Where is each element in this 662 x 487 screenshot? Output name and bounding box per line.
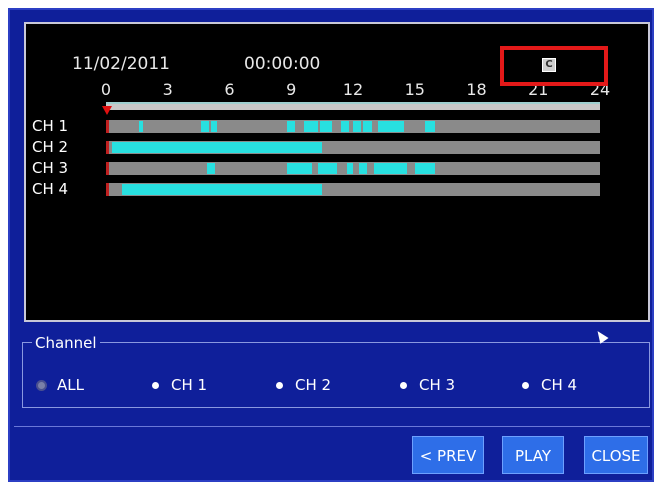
channel-track[interactable]: [106, 183, 600, 196]
recording-segment[interactable]: [303, 121, 318, 132]
recording-segment[interactable]: [340, 121, 349, 132]
hour-label: 6: [224, 80, 235, 99]
channel-label: CH 2: [32, 138, 69, 156]
recording-segment[interactable]: [353, 121, 362, 132]
hour-label: 12: [342, 80, 364, 99]
hour-label: 9: [286, 80, 297, 99]
recording-segment[interactable]: [287, 121, 296, 132]
time-ruler[interactable]: [106, 102, 600, 110]
playback-cursor-marker[interactable]: [102, 106, 112, 115]
radio-label: CH 1: [171, 376, 208, 394]
hour-label: 0: [100, 80, 112, 99]
recording-segment[interactable]: [287, 163, 312, 174]
radio-button-icon[interactable]: [38, 381, 45, 389]
channel-track[interactable]: [106, 141, 600, 154]
playback-dialog: 11/02/2011 00:00:00 0 3 6 9 12 15 18 21 24 CH 1C…: [8, 8, 654, 482]
hour-label: 3: [162, 80, 173, 99]
highlight-box: C: [500, 46, 608, 86]
recording-segment[interactable]: [373, 163, 407, 174]
recording-segment[interactable]: [122, 184, 323, 195]
channel-radio-ch2[interactable]: CH 2: [276, 376, 331, 394]
search-icon[interactable]: C: [542, 58, 556, 72]
recording-segment[interactable]: [363, 121, 372, 132]
channel-track[interactable]: [106, 120, 600, 133]
close-button[interactable]: CLOSE: [584, 436, 648, 474]
play-button[interactable]: PLAY: [502, 436, 564, 474]
channel-group: [22, 342, 650, 408]
channel-label: CH 4: [32, 180, 69, 198]
recording-segment[interactable]: [359, 163, 368, 174]
channel-track[interactable]: [106, 162, 600, 175]
recording-segment[interactable]: [414, 163, 436, 174]
channel-label: CH 1: [32, 117, 69, 135]
recording-segment[interactable]: [425, 121, 436, 132]
recording-segment[interactable]: [200, 121, 209, 132]
radio-label: CH 4: [541, 376, 578, 394]
recording-segment[interactable]: [210, 121, 218, 132]
recording-segment[interactable]: [318, 163, 337, 174]
radio-button-icon[interactable]: [152, 381, 159, 389]
channel-radio-ch3[interactable]: CH 3: [400, 376, 455, 394]
channel-radio-all[interactable]: ALL: [38, 376, 84, 394]
divider: [14, 426, 650, 427]
radio-button-icon[interactable]: [522, 381, 529, 389]
time-label: 00:00:00: [244, 54, 321, 74]
hour-label: 18: [466, 80, 487, 99]
radio-label: CH 3: [419, 376, 456, 394]
prev-button[interactable]: < PREV: [412, 436, 484, 474]
recording-segment[interactable]: [377, 121, 405, 132]
recording-segment[interactable]: [138, 121, 144, 132]
radio-label: CH 2: [295, 376, 332, 394]
recording-segment[interactable]: [346, 163, 353, 174]
channel-group-legend: Channel: [32, 334, 100, 352]
radio-button-icon[interactable]: [276, 381, 283, 389]
date-label: 11/02/2011: [72, 54, 170, 74]
recording-segment[interactable]: [112, 142, 323, 153]
recording-segment[interactable]: [320, 121, 333, 132]
channel-label: CH 3: [32, 159, 69, 177]
radio-label: ALL: [57, 376, 84, 394]
recording-segment[interactable]: [206, 163, 216, 174]
channel-radio-ch4[interactable]: CH 4: [522, 376, 577, 394]
timeline-panel: 11/02/2011 00:00:00 0 3 6 9 12 15 18 21 24 CH 1C…: [24, 22, 650, 322]
radio-button-icon[interactable]: [400, 381, 407, 389]
channel-radio-ch1[interactable]: CH 1: [152, 376, 207, 394]
hour-label: 15: [404, 80, 425, 99]
